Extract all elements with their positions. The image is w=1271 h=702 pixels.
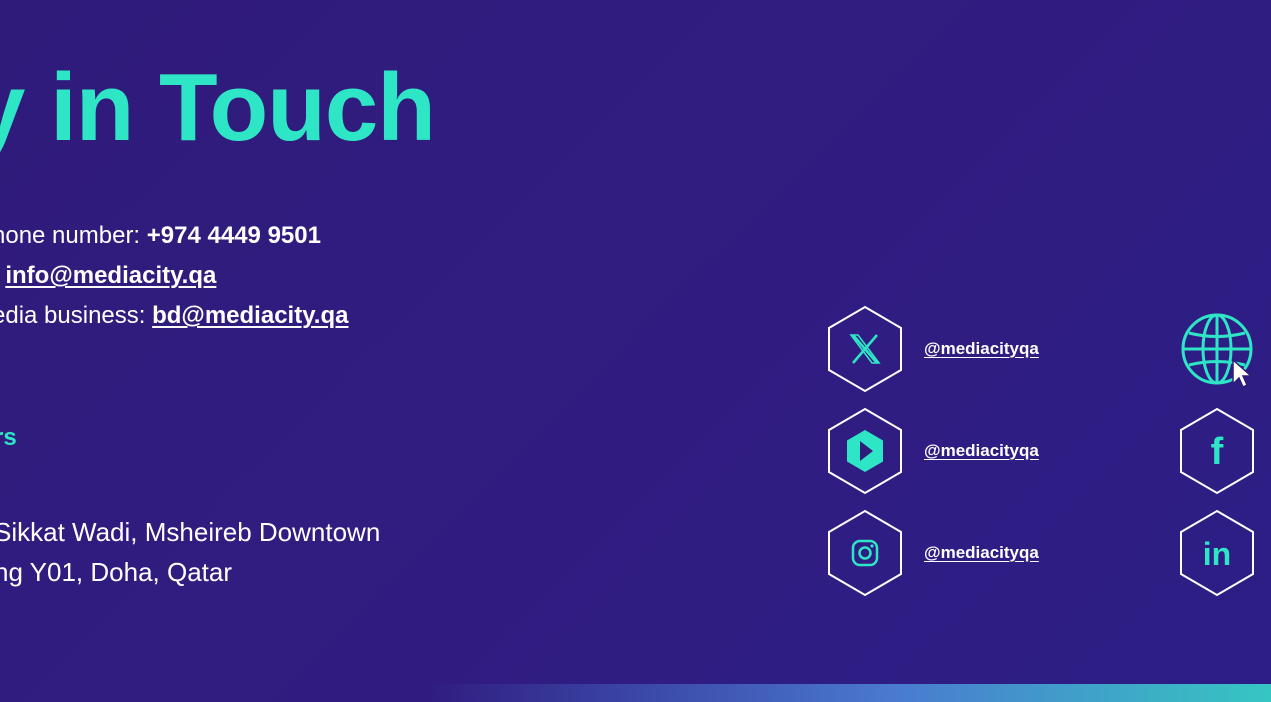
address: Sikkat Wadi, Msheireb Downtown ng Y01, D… — [0, 512, 380, 592]
facebook-letter: f — [1211, 431, 1224, 473]
address-line-1: Sikkat Wadi, Msheireb Downtown — [0, 517, 381, 547]
social-row-play: @mediacityqa — [826, 406, 1039, 496]
business-email-link[interactable]: bd@mediacity.qa — [152, 302, 348, 329]
email-link[interactable]: info@mediacity.qa — [5, 262, 216, 289]
play-logo-icon[interactable] — [826, 406, 904, 496]
linkedin-letters: in — [1203, 536, 1231, 572]
linkedin-icon[interactable]: in — [1178, 508, 1256, 598]
social-row-x: @mediacityqa — [826, 304, 1039, 394]
section-heading: rs — [0, 424, 17, 451]
contact-details: hone number: +974 4449 9501 : info@media… — [0, 216, 348, 336]
bottom-accent-bar — [430, 684, 1271, 702]
phone-label: hone number: — [0, 222, 147, 249]
business-email-row: edia business: bd@mediacity.qa — [0, 296, 348, 336]
x-logo-icon[interactable] — [826, 304, 904, 394]
page-title: y in Touch — [0, 54, 436, 161]
social-row-instagram: @mediacityqa — [826, 508, 1039, 598]
play-handle-link[interactable]: @mediacityqa — [924, 441, 1039, 461]
contact-page: y in Touch hone number: +974 4449 9501 :… — [0, 0, 1271, 702]
facebook-icon[interactable]: f — [1178, 406, 1256, 496]
phone-row: hone number: +974 4449 9501 — [0, 216, 348, 256]
phone-number: +974 4449 9501 — [146, 222, 321, 249]
globe-icon[interactable] — [1178, 304, 1256, 394]
x-handle-link[interactable]: @mediacityqa — [924, 339, 1039, 359]
address-line-2: ng Y01, Doha, Qatar — [0, 557, 233, 587]
instagram-icon[interactable] — [826, 508, 904, 598]
instagram-handle-link[interactable]: @mediacityqa — [924, 543, 1039, 563]
email-row: : info@mediacity.qa — [0, 256, 348, 296]
business-email-label: edia business: — [0, 302, 153, 329]
